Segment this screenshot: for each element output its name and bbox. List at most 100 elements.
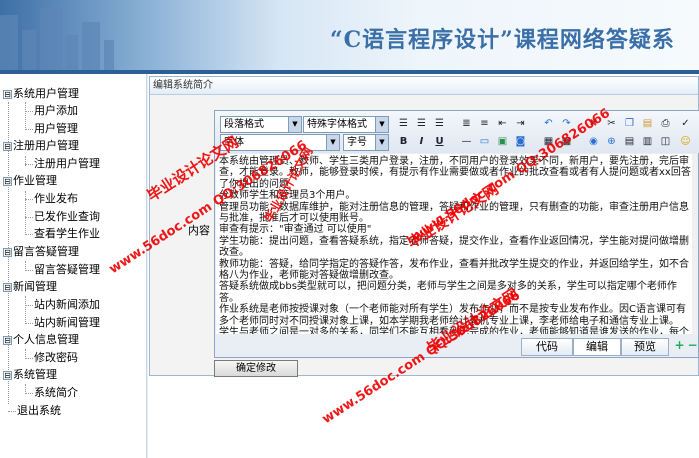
tree-label: 新闻管理 bbox=[13, 280, 57, 293]
tree-item-change-password[interactable]: 修改密码 bbox=[34, 351, 78, 365]
tree-group-profile[interactable]: ⊟ 个人信息管理 bbox=[3, 333, 79, 347]
tree-group-system[interactable]: ⊟ 系统管理 bbox=[3, 368, 57, 382]
building-graphic bbox=[0, 15, 18, 70]
tree-connector bbox=[25, 296, 26, 324]
editor-scrollbar[interactable] bbox=[692, 154, 697, 334]
tab-preview[interactable]: 预览 bbox=[621, 338, 669, 356]
tree-group-homework[interactable]: ⊟ 作业管理 bbox=[3, 174, 57, 188]
tree-connector bbox=[25, 393, 33, 394]
print-icon[interactable]: ⎙ bbox=[657, 115, 674, 132]
tree-connector bbox=[25, 217, 33, 218]
tree-connector bbox=[25, 164, 33, 165]
tree-connector bbox=[25, 358, 33, 359]
tree-item-homework-query[interactable]: 已发作业查询 bbox=[34, 210, 100, 224]
copy-icon[interactable]: ❐ bbox=[621, 115, 638, 132]
tree-item-student-homework[interactable]: 查看学生作业 bbox=[34, 227, 100, 241]
tree-connector bbox=[25, 323, 33, 324]
collapse-icon[interactable]: ⊟ bbox=[3, 142, 12, 151]
select-value: 字号 bbox=[347, 137, 367, 148]
flash-icon[interactable]: ◙ bbox=[512, 133, 529, 150]
collapse-icon[interactable]: ⊟ bbox=[3, 336, 12, 345]
building-graphic bbox=[82, 22, 100, 70]
font-size-select[interactable]: 字号 ▼ bbox=[343, 134, 389, 151]
horizontal-rule-icon[interactable]: — bbox=[458, 133, 475, 150]
building-graphic bbox=[66, 35, 78, 70]
tree-group-qa[interactable]: ⊟ 留言答疑管理 bbox=[3, 245, 79, 259]
indent-icon[interactable]: ⇥ bbox=[512, 115, 529, 132]
emoticon-icon[interactable]: ☺ bbox=[677, 133, 694, 150]
tree-label: 系统管理 bbox=[13, 368, 57, 381]
zoom-in-icon[interactable]: + bbox=[674, 339, 685, 351]
select-value: 段落格式 bbox=[224, 119, 264, 130]
confirm-edit-button[interactable]: 确定修改 bbox=[214, 360, 298, 377]
underline-button[interactable]: U bbox=[431, 133, 448, 150]
tree-item-logout[interactable]: 退出系统 bbox=[17, 404, 61, 418]
tree-group-news[interactable]: ⊟ 新闻管理 bbox=[3, 280, 57, 294]
collapse-icon[interactable]: ⊟ bbox=[3, 248, 12, 257]
tree-connector bbox=[25, 191, 26, 235]
tab-edit[interactable]: 编辑 bbox=[573, 338, 621, 356]
align-left-icon[interactable]: ☰ bbox=[395, 115, 412, 132]
tree-connector bbox=[25, 129, 33, 130]
textbox-icon[interactable]: ▭ bbox=[476, 133, 493, 150]
collapse-icon[interactable]: ⊟ bbox=[3, 371, 12, 380]
align-right-icon[interactable]: ☰ bbox=[431, 115, 448, 132]
tree-item-system-intro[interactable]: 系统简介 bbox=[34, 386, 78, 400]
zoom-out-icon[interactable]: − bbox=[687, 339, 698, 351]
tree-item-user-add[interactable]: 用户添加 bbox=[34, 104, 78, 118]
tab-code[interactable]: 代码 bbox=[521, 338, 573, 356]
tree-label: 留言答疑管理 bbox=[13, 245, 79, 258]
collapse-icon[interactable]: ⊟ bbox=[3, 90, 12, 99]
image-icon[interactable]: ▣ bbox=[494, 133, 511, 150]
tree-label: 作业管理 bbox=[13, 174, 57, 187]
link-icon[interactable]: ⊕ bbox=[603, 133, 620, 150]
tree-item-registered-users[interactable]: 注册用户管理 bbox=[34, 157, 100, 171]
tree-connector bbox=[25, 305, 33, 306]
tree-item-homework-publish[interactable]: 作业发布 bbox=[34, 192, 78, 206]
building-graphic bbox=[104, 40, 114, 70]
paste-icon[interactable]: ▤ bbox=[639, 115, 656, 132]
page-title: “C语言程序设计”课程网络答疑系 bbox=[330, 27, 675, 53]
anchor-icon[interactable]: ▤ bbox=[621, 133, 638, 150]
tree-connector bbox=[25, 234, 33, 235]
chevron-down-icon: ▼ bbox=[326, 135, 339, 150]
tree-label: 系统用户管理 bbox=[13, 87, 79, 100]
special-font-select[interactable]: 特殊字体格式 ▼ bbox=[303, 116, 389, 133]
tree-item-user-manage[interactable]: 用户管理 bbox=[34, 122, 78, 136]
tree-connector bbox=[25, 102, 26, 130]
collapse-icon[interactable]: ⊟ bbox=[3, 283, 12, 292]
numbered-list-icon[interactable]: ≣ bbox=[458, 115, 475, 132]
bold-button[interactable]: B bbox=[395, 133, 412, 150]
tree-connector bbox=[25, 270, 33, 271]
frame-separator[interactable] bbox=[146, 74, 148, 458]
tree-item-qa-manage[interactable]: 留言答疑管理 bbox=[34, 263, 100, 277]
outdent-icon[interactable]: ⇤ bbox=[494, 115, 511, 132]
chevron-down-icon: ▼ bbox=[375, 117, 388, 132]
building-graphic bbox=[40, 8, 62, 70]
date-icon[interactable]: ▥ bbox=[639, 133, 656, 150]
tree-group-registered-users[interactable]: ⊟ 注册用户管理 bbox=[3, 139, 79, 153]
special-char-icon[interactable]: ◫ bbox=[657, 133, 674, 150]
tree-connector bbox=[8, 411, 16, 412]
chevron-down-icon: ▼ bbox=[288, 117, 301, 132]
building-graphic bbox=[22, 30, 36, 70]
tree-label: 个人信息管理 bbox=[13, 333, 79, 346]
bullet-list-icon[interactable]: ≡ bbox=[476, 115, 493, 132]
spellcheck-icon[interactable]: ✓ bbox=[677, 115, 694, 132]
align-center-icon[interactable]: ☰ bbox=[413, 115, 430, 132]
tree-connector bbox=[25, 111, 33, 112]
italic-button[interactable]: I bbox=[413, 133, 430, 150]
header-banner: “C语言程序设计”课程网络答疑系 bbox=[0, 0, 699, 70]
tree-item-news-add[interactable]: 站内新闻添加 bbox=[34, 298, 100, 312]
undo-icon[interactable]: ↶ bbox=[540, 115, 557, 132]
tree-connector bbox=[25, 199, 33, 200]
select-value: 特殊字体格式 bbox=[307, 119, 367, 130]
paragraph-format-select[interactable]: 段落格式 ▼ bbox=[220, 116, 302, 133]
media-icon[interactable]: ◉ bbox=[585, 133, 602, 150]
tree-item-news-manage[interactable]: 站内新闻管理 bbox=[34, 316, 100, 330]
tree-label: 注册用户管理 bbox=[13, 139, 79, 152]
tree-group-system-users[interactable]: ⊟ 系统用户管理 bbox=[3, 87, 79, 101]
panel-title: 编辑系统简介 bbox=[150, 77, 698, 95]
collapse-icon[interactable]: ⊟ bbox=[3, 177, 12, 186]
chevron-down-icon: ▼ bbox=[375, 135, 388, 150]
